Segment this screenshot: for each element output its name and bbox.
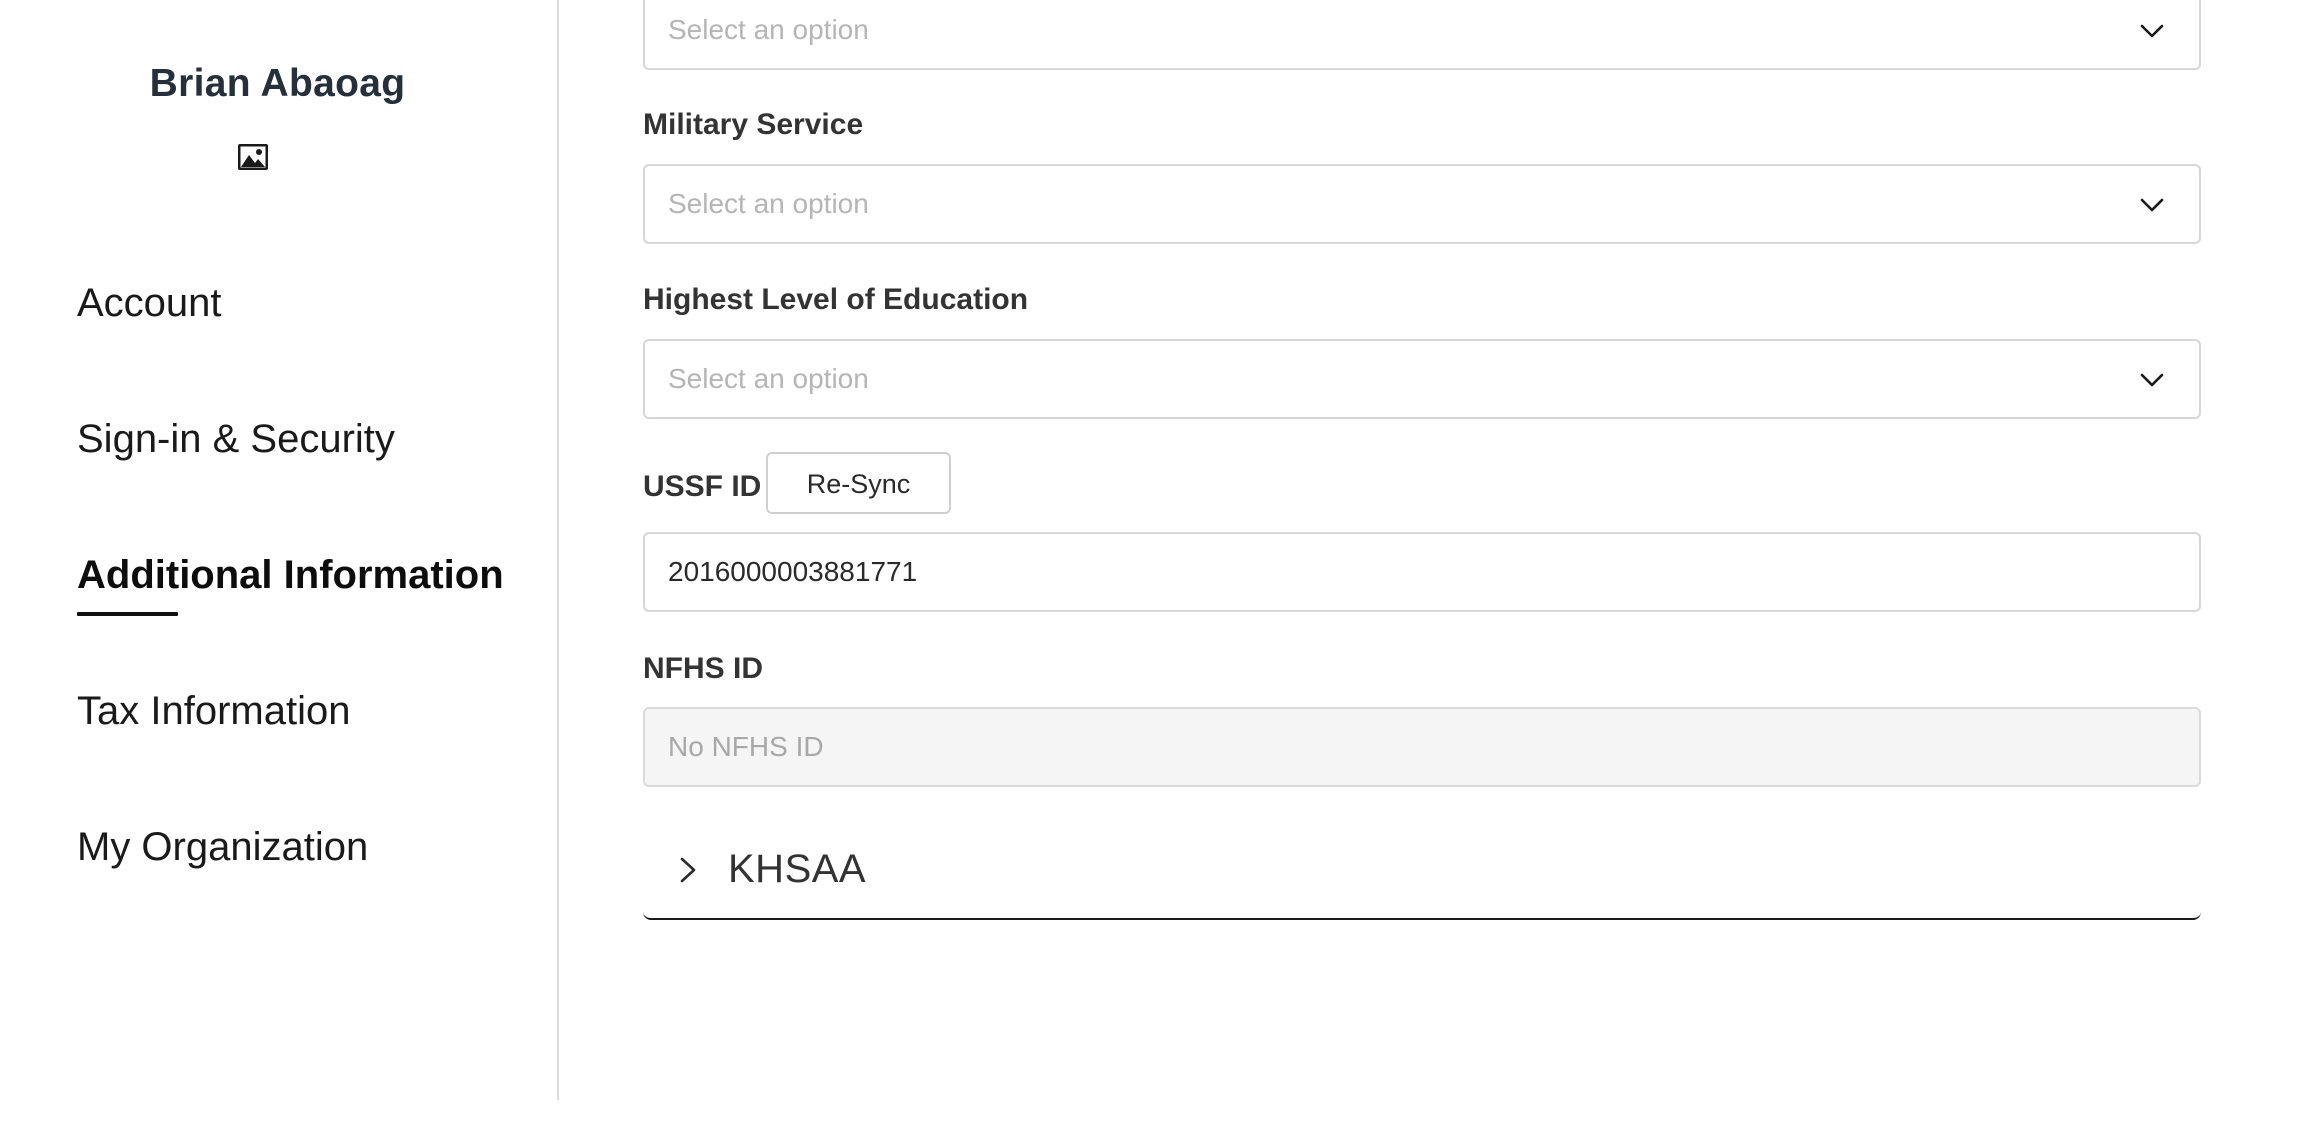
sidebar-item-my-organization[interactable]: My Organization [77,825,368,870]
profile-name: Brian Abaoag [149,62,406,105]
sidebar-item-sign-in-security[interactable]: Sign-in & Security [77,417,395,462]
ussf-id-label: USSF ID [643,470,762,503]
khsaa-title: KHSAA [728,847,867,891]
ussf-id-field[interactable]: 2016000003881771 [643,532,2201,612]
education-label: Highest Level of Education [643,283,1029,316]
chevron-right-icon [680,857,696,883]
ussf-id-value: 2016000003881771 [668,556,918,587]
chevron-down-icon [2140,24,2164,38]
military-service-select[interactable]: Select an option [643,164,2201,244]
top-select[interactable]: Select an option [643,0,2201,70]
top-select-placeholder: Select an option [668,14,869,45]
image-icon [238,144,268,170]
nfhs-id-label: NFHS ID [643,652,763,685]
khsaa-accordion[interactable]: KHSAA [643,818,2201,920]
active-nav-underline [77,612,178,616]
military-service-placeholder: Select an option [668,188,869,219]
military-service-label: Military Service [643,108,864,141]
sidebar-item-additional-information[interactable]: Additional Information [77,553,504,598]
page: Brian Abaoag Account Sign-in & Security … [0,0,2308,1136]
chevron-down-icon [2140,198,2164,212]
chevron-down-icon [2140,373,2164,387]
nfhs-id-value: No NFHS ID [668,731,824,762]
resync-button[interactable]: Re-Sync [766,452,951,514]
sidebar-item-tax-information[interactable]: Tax Information [77,689,350,734]
sidebar-item-account[interactable]: Account [77,281,222,326]
nfhs-id-field: No NFHS ID [643,707,2201,787]
education-select[interactable]: Select an option [643,339,2201,419]
sidebar: Brian Abaoag Account Sign-in & Security … [0,0,559,1100]
education-placeholder: Select an option [668,363,869,394]
